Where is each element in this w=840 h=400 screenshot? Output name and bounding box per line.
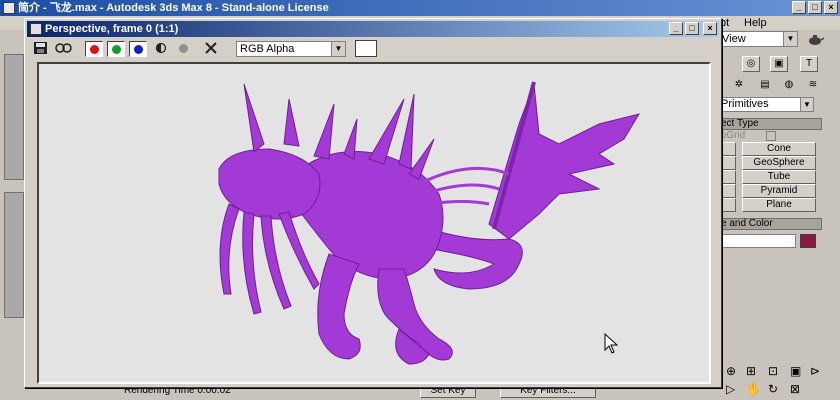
render-canvas <box>37 62 711 384</box>
pyramid-button[interactable]: Pyramid <box>742 184 816 198</box>
zoom-extents-all-icon[interactable]: ▣ <box>790 364 801 378</box>
viewport-bottom-left[interactable] <box>4 192 24 318</box>
creature-tentacles <box>219 203 320 315</box>
close-icon[interactable]: × <box>824 1 838 14</box>
frame-minimize-icon[interactable]: _ <box>669 22 683 35</box>
green-channel-toggle[interactable] <box>107 41 125 57</box>
red-dot-icon <box>90 45 99 54</box>
spacewarps-icon[interactable]: ≋ <box>804 78 822 94</box>
helpers-icon[interactable]: ◍ <box>780 78 798 94</box>
view-dropdown[interactable]: View ▼ <box>718 31 798 47</box>
zoom-icon[interactable]: ⊕ <box>726 364 736 378</box>
zoom-all-icon[interactable]: ⊞ <box>746 364 756 378</box>
viewport-navigation: ⊕ ⊞ ⊡ ▣ ⊳ ▷ ✋ ↻ ⊠ <box>722 360 840 400</box>
main-title-bar: 简介 - 飞龙.max - Autodesk 3ds Max 8 - Stand… <box>0 0 840 16</box>
utilities-tab-icon[interactable]: T <box>800 56 818 72</box>
primitives-dropdown-value: Primitives <box>721 98 769 110</box>
frame-toolbar: RGB Alpha ▼ <box>27 38 719 60</box>
cone-button[interactable]: Cone <box>742 142 816 156</box>
maximize-viewport-icon[interactable]: ⊠ <box>790 382 800 396</box>
save-bitmap-icon[interactable] <box>33 41 51 57</box>
pixel-color-swatch[interactable] <box>355 40 377 57</box>
object-color-swatch[interactable] <box>800 234 816 248</box>
primitives-dropdown[interactable]: Primitives ▼ <box>718 97 814 112</box>
green-dot-icon <box>112 45 121 54</box>
hierarchy-tab-icon[interactable]: ◎ <box>742 56 760 72</box>
viewport-top-left[interactable] <box>4 54 24 180</box>
motion-tab-icon[interactable]: ▣ <box>770 56 788 72</box>
plane-button[interactable]: Plane <box>742 198 816 212</box>
blue-channel-toggle[interactable] <box>129 41 147 57</box>
frame-window-title: Perspective, frame 0 (1:1) <box>45 23 179 35</box>
left-viewport-strip <box>0 30 24 370</box>
maximize-icon[interactable]: □ <box>808 1 822 14</box>
clone-frame-icon[interactable] <box>55 41 73 57</box>
red-channel-toggle[interactable] <box>85 41 103 57</box>
minimize-icon[interactable]: _ <box>792 1 806 14</box>
channel-dropdown-value: RGB Alpha <box>240 43 295 55</box>
name-color-rollout[interactable]: e and Color <box>718 218 822 230</box>
monochrome-icon[interactable] <box>175 41 193 57</box>
view-dropdown-value: View <box>722 33 746 45</box>
tube-button[interactable]: Tube <box>742 170 816 184</box>
autogrid-checkbox[interactable] <box>766 131 776 141</box>
orbit-icon[interactable]: ↻ <box>768 382 778 396</box>
channel-dropdown[interactable]: RGB Alpha ▼ <box>236 41 346 57</box>
mouse-pointer-icon <box>604 332 619 354</box>
chevron-down-icon: ▼ <box>783 32 797 46</box>
creature-front-leg <box>317 253 361 360</box>
chevron-down-icon: ▼ <box>331 42 345 56</box>
frame-title-bar: Perspective, frame 0 (1:1) _ □ × <box>27 21 719 37</box>
chevron-down-icon: ▼ <box>800 98 813 111</box>
object-type-header: ect Type <box>721 118 759 129</box>
name-color-header: e and Color <box>721 218 773 229</box>
fov-icon[interactable]: ⊳ <box>810 364 820 378</box>
lights-icon[interactable]: ✲ <box>730 78 748 94</box>
rendered-creature-image <box>218 81 641 365</box>
blue-dot-icon <box>134 45 143 54</box>
pan-hand-icon[interactable]: ✋ <box>746 382 761 396</box>
alpha-channel-icon[interactable] <box>153 41 171 57</box>
teapot-render-icon[interactable] <box>806 32 825 48</box>
main-window-title: 简介 - 飞龙.max - Autodesk 3ds Max 8 - Stand… <box>18 2 329 14</box>
frame-window-icon[interactable] <box>30 23 42 35</box>
geosphere-button[interactable]: GeoSphere <box>742 156 816 170</box>
frame-maximize-icon[interactable]: □ <box>685 22 699 35</box>
field-of-view-icon[interactable]: ▷ <box>726 382 735 396</box>
rendered-frame-window: Perspective, frame 0 (1:1) _ □ × RGB Alp… <box>24 18 722 388</box>
object-type-rollout[interactable]: ect Type <box>718 118 822 130</box>
object-name-input[interactable] <box>718 234 796 248</box>
cameras-icon[interactable]: ▤ <box>756 78 774 94</box>
menu-item-help[interactable]: Help <box>744 16 767 30</box>
autogrid-label: toGrid <box>718 130 746 141</box>
zoom-extents-icon[interactable]: ⊡ <box>768 364 778 378</box>
app-icon[interactable] <box>3 2 15 14</box>
frame-close-icon[interactable]: × <box>703 22 717 35</box>
gray-dot-icon <box>179 44 188 53</box>
clear-icon[interactable] <box>203 41 221 57</box>
